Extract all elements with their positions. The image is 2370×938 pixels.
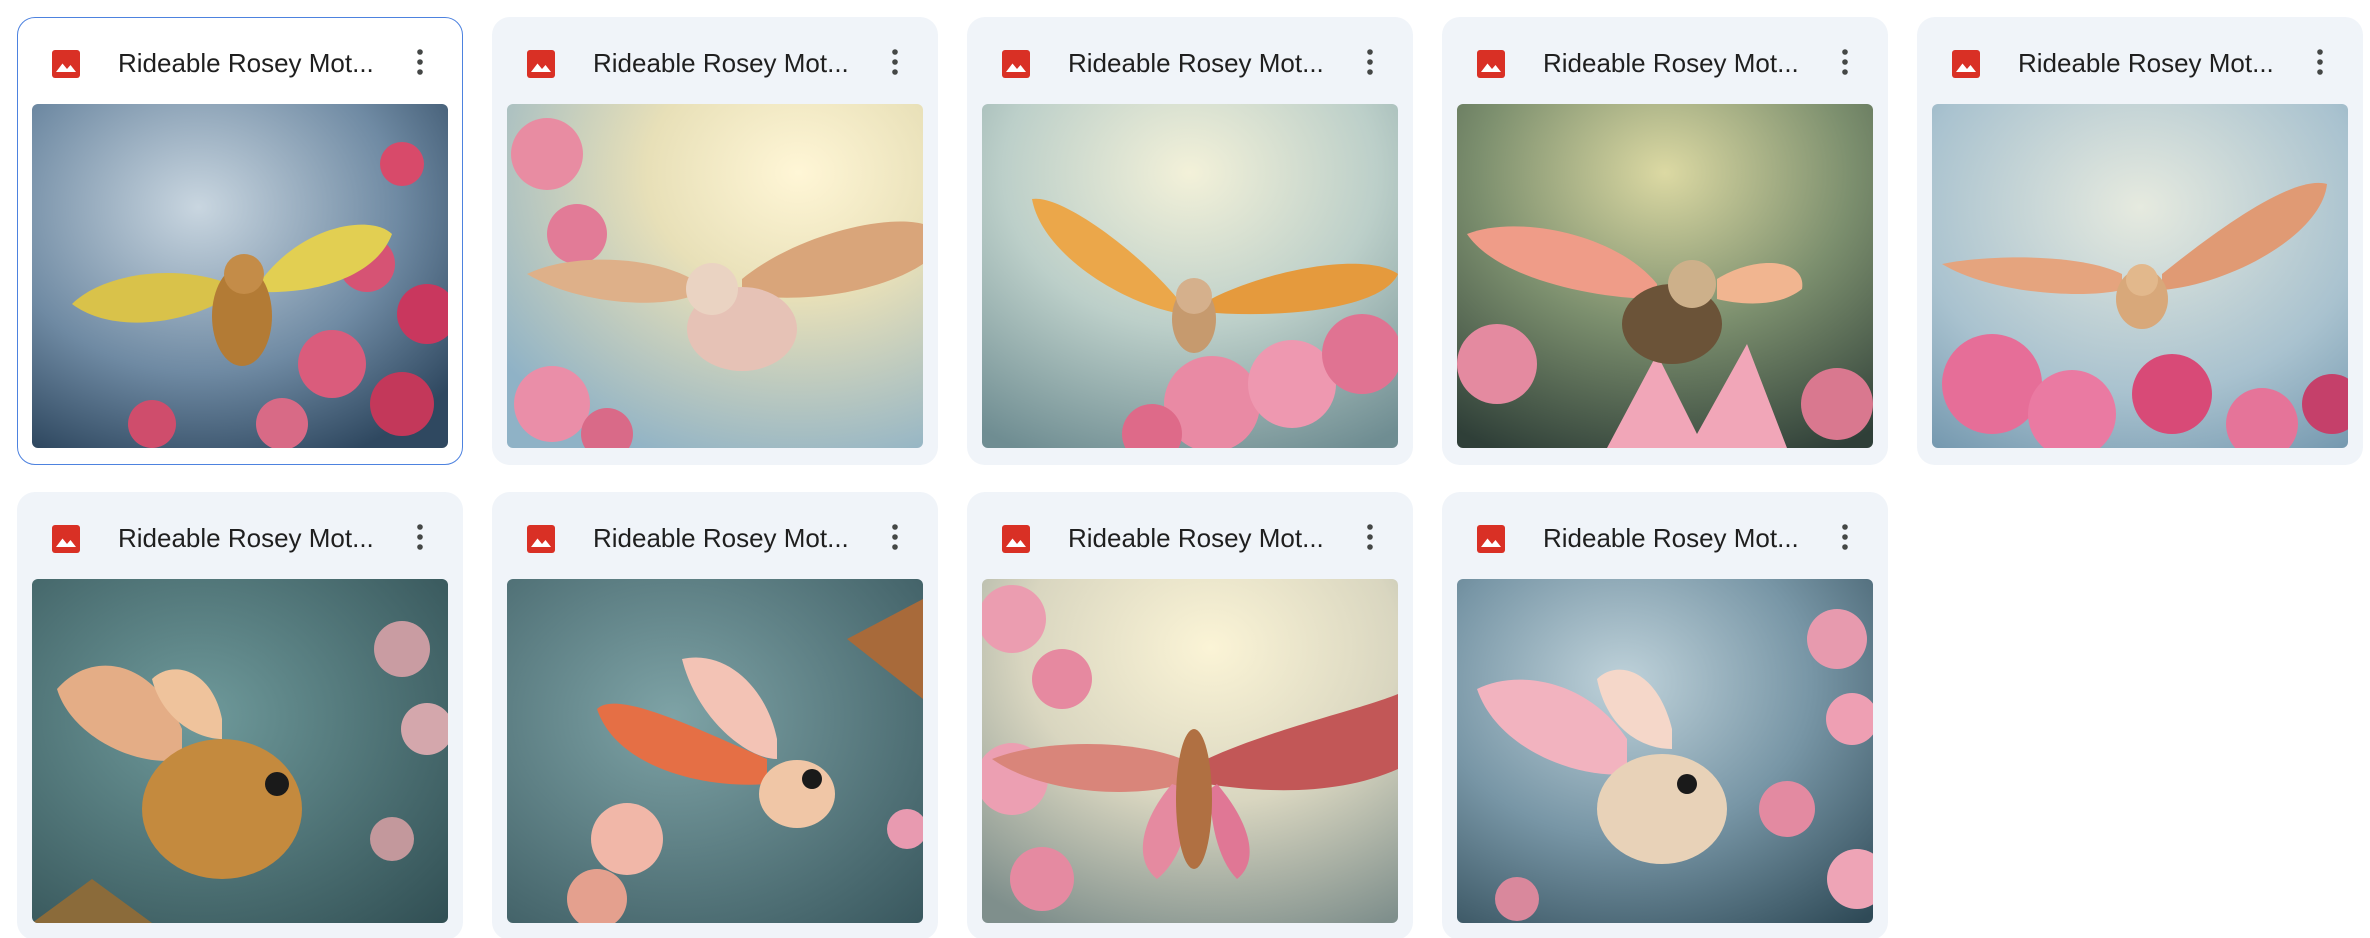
file-thumbnail[interactable]: [982, 104, 1398, 448]
file-thumbnail[interactable]: [1457, 104, 1873, 448]
more-options-button[interactable]: [873, 40, 917, 84]
file-thumbnail[interactable]: [507, 579, 923, 923]
file-name[interactable]: Rideable Rosey Mot...: [1068, 44, 1324, 82]
file-name[interactable]: Rideable Rosey Mot...: [593, 519, 849, 557]
more-options-button[interactable]: [1348, 515, 1392, 559]
more-options-button[interactable]: [398, 40, 442, 84]
file-card-header: Rideable Rosey Mot...: [968, 493, 1412, 579]
more-vert-icon: [1367, 49, 1373, 75]
more-options-button[interactable]: [1823, 515, 1867, 559]
file-thumbnail[interactable]: [1457, 579, 1873, 923]
image-file-icon: [1950, 48, 1982, 80]
file-thumbnail[interactable]: [1932, 104, 2348, 448]
file-name[interactable]: Rideable Rosey Mot...: [118, 44, 374, 82]
more-vert-icon: [1842, 524, 1848, 550]
file-card-header: Rideable Rosey Mot...: [18, 493, 462, 579]
more-options-button[interactable]: [398, 515, 442, 559]
image-file-icon: [1000, 523, 1032, 555]
file-thumbnail[interactable]: [32, 579, 448, 923]
more-vert-icon: [1842, 49, 1848, 75]
file-name[interactable]: Rideable Rosey Mot...: [118, 519, 374, 557]
image-file-icon: [1475, 48, 1507, 80]
image-file-icon: [50, 48, 82, 80]
more-vert-icon: [417, 524, 423, 550]
file-thumbnail[interactable]: [32, 104, 448, 448]
file-name[interactable]: Rideable Rosey Mot...: [593, 44, 849, 82]
file-name[interactable]: Rideable Rosey Mot...: [2018, 44, 2274, 82]
file-name[interactable]: Rideable Rosey Mot...: [1543, 519, 1799, 557]
image-file-icon: [525, 523, 557, 555]
file-card-header: Rideable Rosey Mot...: [968, 18, 1412, 104]
file-card[interactable]: Rideable Rosey Mot...: [492, 492, 938, 938]
file-card-header: Rideable Rosey Mot...: [493, 493, 937, 579]
file-card[interactable]: Rideable Rosey Mot...: [492, 17, 938, 465]
file-thumbnail[interactable]: [982, 579, 1398, 923]
image-file-icon: [50, 523, 82, 555]
file-card[interactable]: Rideable Rosey Mot...: [1917, 17, 2363, 465]
file-grid: Rideable Rosey Mot... Rideable Rosey Mot…: [0, 0, 2370, 938]
file-card-header: Rideable Rosey Mot...: [1918, 18, 2362, 104]
file-card-header: Rideable Rosey Mot...: [1443, 18, 1887, 104]
file-card[interactable]: Rideable Rosey Mot...: [967, 492, 1413, 938]
more-vert-icon: [892, 49, 898, 75]
file-card-header: Rideable Rosey Mot...: [18, 18, 462, 104]
more-vert-icon: [2317, 49, 2323, 75]
file-name[interactable]: Rideable Rosey Mot...: [1543, 44, 1799, 82]
more-options-button[interactable]: [2298, 40, 2342, 84]
file-card-header: Rideable Rosey Mot...: [1443, 493, 1887, 579]
file-card[interactable]: Rideable Rosey Mot...: [967, 17, 1413, 465]
image-file-icon: [1475, 523, 1507, 555]
more-vert-icon: [417, 49, 423, 75]
more-vert-icon: [1367, 524, 1373, 550]
more-options-button[interactable]: [1823, 40, 1867, 84]
file-card-header: Rideable Rosey Mot...: [493, 18, 937, 104]
file-card[interactable]: Rideable Rosey Mot...: [1442, 492, 1888, 938]
image-file-icon: [1000, 48, 1032, 80]
image-file-icon: [525, 48, 557, 80]
file-name[interactable]: Rideable Rosey Mot...: [1068, 519, 1324, 557]
more-vert-icon: [892, 524, 898, 550]
more-options-button[interactable]: [873, 515, 917, 559]
file-card[interactable]: Rideable Rosey Mot...: [17, 17, 463, 465]
file-thumbnail[interactable]: [507, 104, 923, 448]
file-card[interactable]: Rideable Rosey Mot...: [1442, 17, 1888, 465]
more-options-button[interactable]: [1348, 40, 1392, 84]
file-card[interactable]: Rideable Rosey Mot...: [17, 492, 463, 938]
